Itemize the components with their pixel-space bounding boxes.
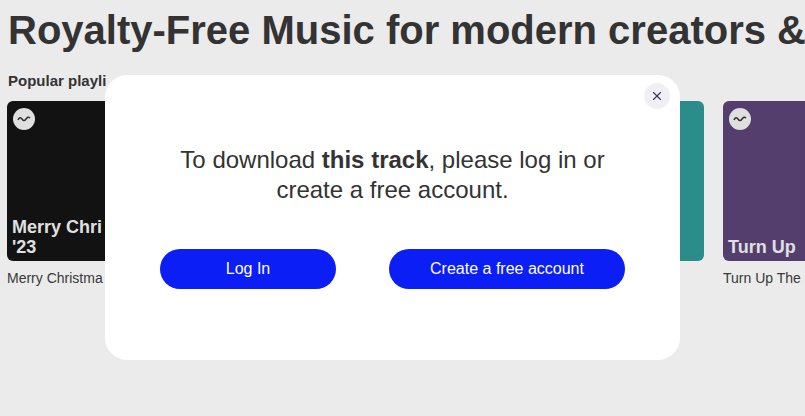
dialog-message: To download this track, please log in or… [158,145,628,205]
close-icon [650,89,664,103]
signup-button[interactable]: Create a free account [389,249,625,289]
close-button[interactable] [644,83,670,109]
login-button[interactable]: Log In [160,249,336,289]
login-dialog: To download this track, please log in or… [105,75,680,360]
modal-overlay[interactable]: To download this track, please log in or… [0,0,805,416]
dialog-buttons: Log In Create a free account [160,249,625,289]
